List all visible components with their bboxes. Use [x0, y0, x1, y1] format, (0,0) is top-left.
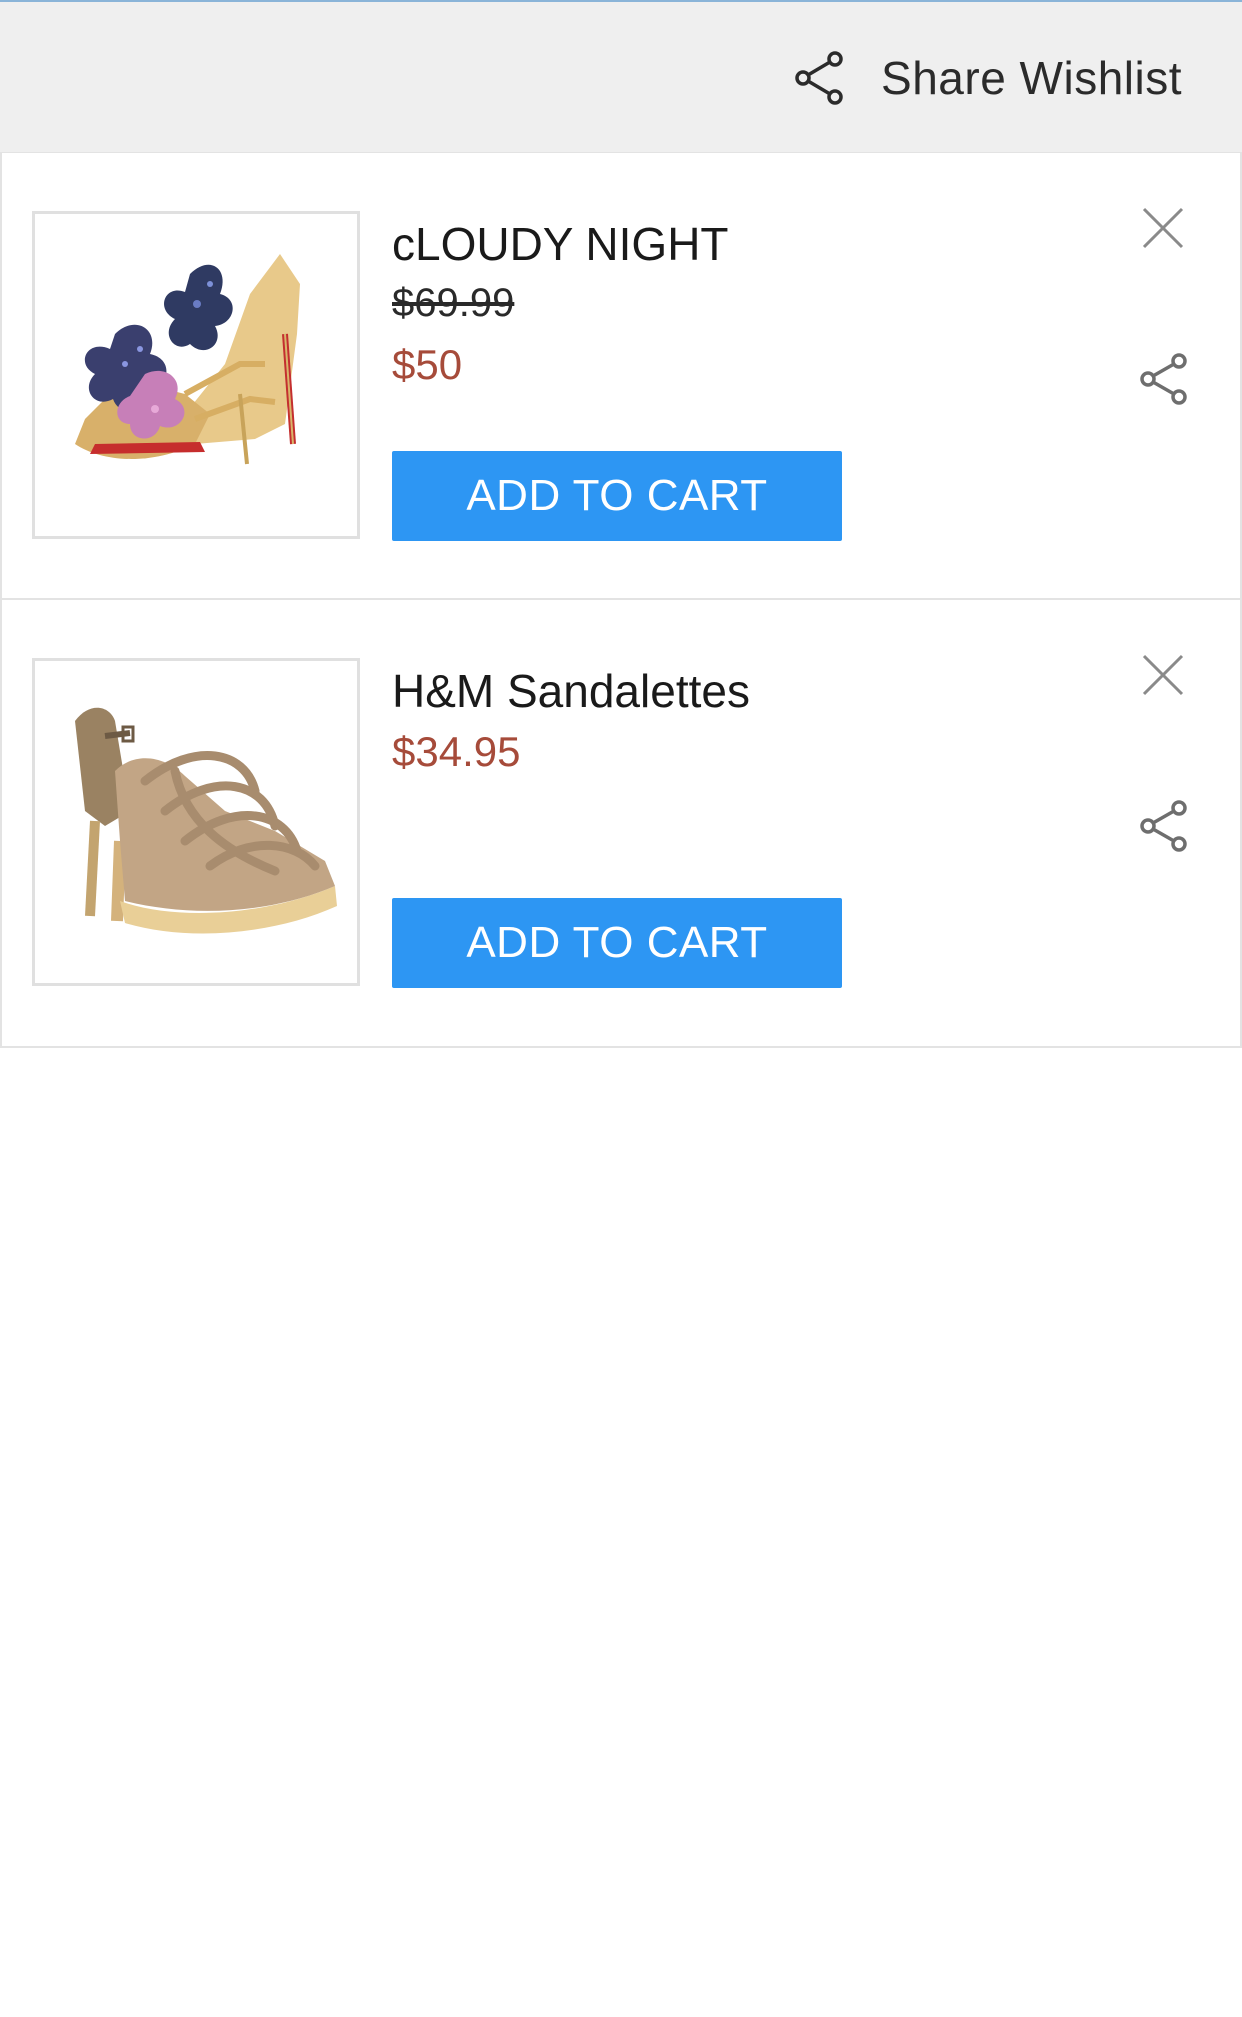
share-icon	[1140, 800, 1187, 852]
share-wishlist-button[interactable]: Share Wishlist	[791, 50, 1182, 106]
wishlist-item: cLOUDY NIGHT $69.99 $50 ADD TO CART	[0, 152, 1242, 600]
product-image[interactable]	[32, 658, 360, 986]
sale-price: $50	[392, 341, 463, 388]
gold-glitter-heel-sandal-image	[35, 214, 357, 536]
close-icon	[1142, 654, 1184, 696]
share-item-button[interactable]	[1136, 351, 1192, 407]
wishlist-page: Share Wishlist cLOUDY NIGHT $69.99 $50 A…	[0, 0, 1242, 2017]
add-to-cart-button[interactable]: ADD TO CART	[392, 451, 842, 541]
share-item-button[interactable]	[1136, 798, 1192, 854]
remove-item-button[interactable]	[1138, 203, 1188, 253]
share-icon	[791, 49, 849, 107]
original-price: $69.99	[392, 281, 515, 325]
product-name[interactable]: H&M Sandalettes	[392, 664, 750, 718]
wishlist-header: Share Wishlist	[0, 0, 1242, 152]
product-price: $34.95	[392, 728, 521, 775]
wishlist-items: cLOUDY NIGHT $69.99 $50 ADD TO CART H&M …	[0, 152, 1242, 1048]
add-to-cart-button[interactable]: ADD TO CART	[392, 898, 842, 988]
product-image[interactable]	[32, 211, 360, 539]
close-icon	[1142, 207, 1184, 249]
wishlist-item: H&M Sandalettes $34.95 ADD TO CART	[0, 600, 1242, 1048]
beige-strappy-platform-sandal-image	[35, 661, 357, 983]
product-name[interactable]: cLOUDY NIGHT	[392, 217, 729, 271]
share-icon	[1140, 353, 1187, 405]
share-wishlist-label: Share Wishlist	[881, 52, 1182, 104]
remove-item-button[interactable]	[1138, 650, 1188, 700]
